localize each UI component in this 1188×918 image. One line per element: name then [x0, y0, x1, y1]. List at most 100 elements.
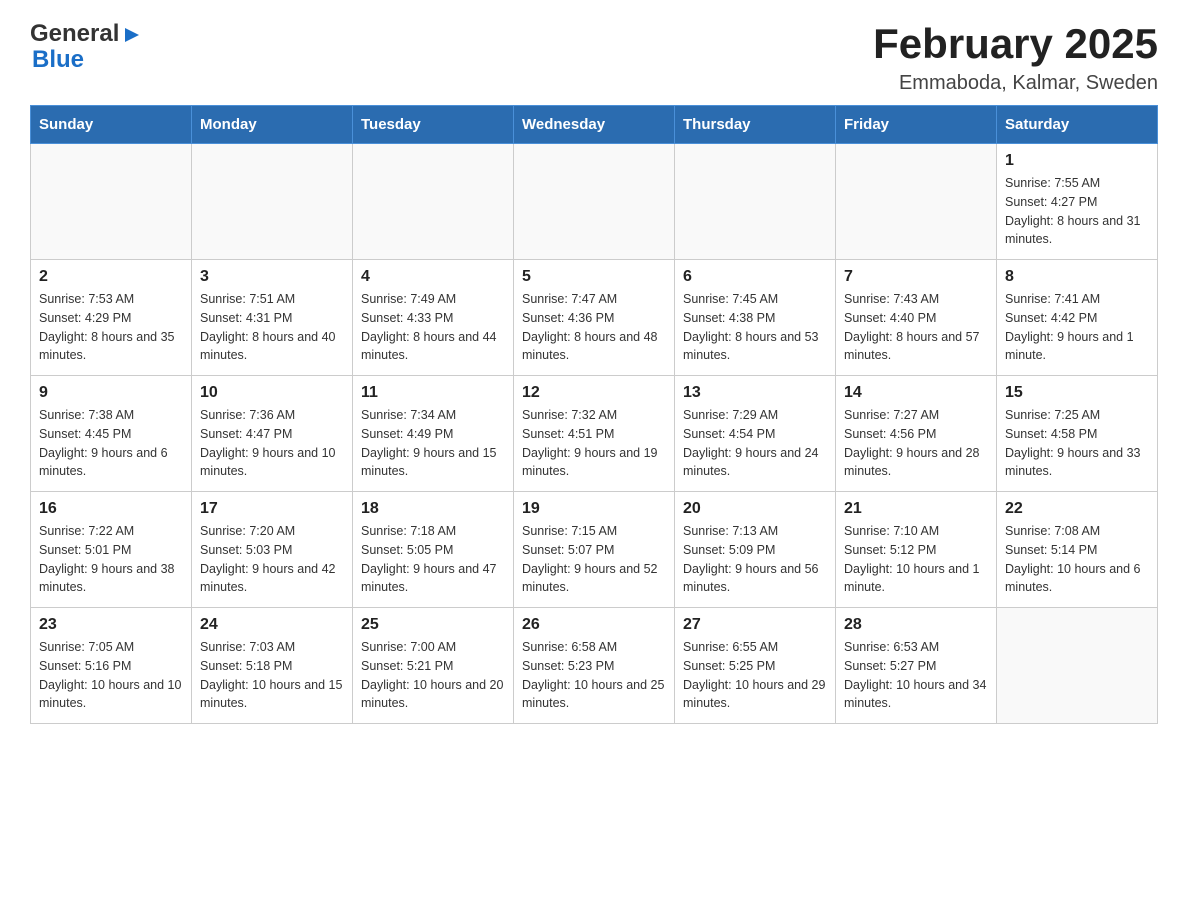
calendar-day: 17 Sunrise: 7:20 AMSunset: 5:03 PMDayligh…	[192, 492, 353, 608]
day-number: 4	[361, 268, 505, 286]
calendar-day: 23 Sunrise: 7:05 AMSunset: 5:16 PMDayligh…	[31, 608, 192, 724]
calendar-day: 16Sunrise: 7:22 AMSunset: 5:01 PMDayligh…	[31, 492, 192, 608]
day-number: 22	[1005, 500, 1149, 518]
calendar-day: 18 Sunrise: 7:18 AMSunset: 5:05 PMDayligh…	[353, 492, 514, 608]
day-number: 15	[1005, 384, 1149, 402]
day-number: 28	[844, 616, 988, 634]
day-info: Sunrise: 6:55 AMSunset: 5:25 PMDaylight:…	[683, 638, 827, 713]
calendar-day: 26 Sunrise: 6:58 AMSunset: 5:23 PMDayligh…	[514, 608, 675, 724]
day-info: Sunrise: 7:47 AMSunset: 4:36 PMDaylight:…	[522, 290, 666, 365]
calendar-day	[997, 608, 1158, 724]
calendar-day	[675, 144, 836, 260]
calendar-day	[836, 144, 997, 260]
logo-arrow-icon	[121, 24, 143, 46]
day-number: 5	[522, 268, 666, 286]
day-number: 20	[683, 500, 827, 518]
day-info: Sunrise: 7:08 AMSunset: 5:14 PMDaylight:…	[1005, 522, 1149, 597]
day-number: 27	[683, 616, 827, 634]
calendar-day: 10Sunrise: 7:36 AMSunset: 4:47 PMDayligh…	[192, 376, 353, 492]
day-number: 25	[361, 616, 505, 634]
title-block: February 2025 Emmaboda, Kalmar, Sweden	[873, 20, 1158, 95]
day-info: Sunrise: 7:29 AMSunset: 4:54 PMDaylight:…	[683, 406, 827, 481]
calendar-day: 4Sunrise: 7:49 AMSunset: 4:33 PMDaylight…	[353, 260, 514, 376]
day-header-thursday: Thursday	[675, 106, 836, 144]
calendar-day: 1Sunrise: 7:55 AMSunset: 4:27 PMDaylight…	[997, 144, 1158, 260]
calendar-day	[192, 144, 353, 260]
day-info: Sunrise: 7:18 AMSunset: 5:05 PMDaylight:…	[361, 522, 505, 597]
day-number: 24	[200, 616, 344, 634]
calendar-day: 21Sunrise: 7:10 AMSunset: 5:12 PMDayligh…	[836, 492, 997, 608]
day-info: Sunrise: 7:55 AMSunset: 4:27 PMDaylight:…	[1005, 174, 1149, 249]
week-row-4: 16Sunrise: 7:22 AMSunset: 5:01 PMDayligh…	[31, 492, 1158, 608]
day-number: 19	[522, 500, 666, 518]
calendar-day: 14Sunrise: 7:27 AMSunset: 4:56 PMDayligh…	[836, 376, 997, 492]
calendar-day: 28 Sunrise: 6:53 AMSunset: 5:27 PMDayligh…	[836, 608, 997, 724]
calendar-day: 8Sunrise: 7:41 AMSunset: 4:42 PMDaylight…	[997, 260, 1158, 376]
day-info: Sunrise: 7:25 AMSunset: 4:58 PMDaylight:…	[1005, 406, 1149, 481]
calendar-day: 6 Sunrise: 7:45 AMSunset: 4:38 PMDaylight…	[675, 260, 836, 376]
calendar-day: 12Sunrise: 7:32 AMSunset: 4:51 PMDayligh…	[514, 376, 675, 492]
day-info: Sunrise: 7:15 AMSunset: 5:07 PMDaylight:…	[522, 522, 666, 597]
calendar-day: 15 Sunrise: 7:25 AMSunset: 4:58 PMDayligh…	[997, 376, 1158, 492]
calendar-day: 24Sunrise: 7:03 AMSunset: 5:18 PMDayligh…	[192, 608, 353, 724]
week-row-5: 23 Sunrise: 7:05 AMSunset: 5:16 PMDayligh…	[31, 608, 1158, 724]
day-number: 9	[39, 384, 183, 402]
calendar-day: 22 Sunrise: 7:08 AMSunset: 5:14 PMDayligh…	[997, 492, 1158, 608]
day-number: 7	[844, 268, 988, 286]
calendar-day	[514, 144, 675, 260]
day-info: Sunrise: 7:38 AMSunset: 4:45 PMDaylight:…	[39, 406, 183, 481]
calendar-day: 25Sunrise: 7:00 AMSunset: 5:21 PMDayligh…	[353, 608, 514, 724]
page-header: General Blue February 2025 Emmaboda, Kal…	[30, 20, 1158, 95]
logo-blue-text: Blue	[32, 46, 84, 74]
day-number: 26	[522, 616, 666, 634]
day-info: Sunrise: 7:13 AMSunset: 5:09 PMDaylight:…	[683, 522, 827, 597]
week-row-2: 2 Sunrise: 7:53 AMSunset: 4:29 PMDaylight…	[31, 260, 1158, 376]
calendar-day: 20 Sunrise: 7:13 AMSunset: 5:09 PMDayligh…	[675, 492, 836, 608]
day-number: 11	[361, 384, 505, 402]
calendar-day: 19 Sunrise: 7:15 AMSunset: 5:07 PMDayligh…	[514, 492, 675, 608]
day-number: 13	[683, 384, 827, 402]
day-info: Sunrise: 7:10 AMSunset: 5:12 PMDaylight:…	[844, 522, 988, 597]
day-info: Sunrise: 7:05 AMSunset: 5:16 PMDaylight:…	[39, 638, 183, 713]
day-info: Sunrise: 6:58 AMSunset: 5:23 PMDaylight:…	[522, 638, 666, 713]
month-year-title: February 2025	[873, 20, 1158, 68]
calendar-header: SundayMondayTuesdayWednesdayThursdayFrid…	[31, 106, 1158, 144]
day-number: 2	[39, 268, 183, 286]
calendar-day: 3 Sunrise: 7:51 AMSunset: 4:31 PMDaylight…	[192, 260, 353, 376]
day-header-wednesday: Wednesday	[514, 106, 675, 144]
day-number: 17	[200, 500, 344, 518]
day-info: Sunrise: 7:45 AMSunset: 4:38 PMDaylight:…	[683, 290, 827, 365]
calendar-table: SundayMondayTuesdayWednesdayThursdayFrid…	[30, 105, 1158, 724]
day-info: Sunrise: 7:51 AMSunset: 4:31 PMDaylight:…	[200, 290, 344, 365]
days-of-week-row: SundayMondayTuesdayWednesdayThursdayFrid…	[31, 106, 1158, 144]
week-row-1: 1Sunrise: 7:55 AMSunset: 4:27 PMDaylight…	[31, 144, 1158, 260]
calendar-day: 2 Sunrise: 7:53 AMSunset: 4:29 PMDaylight…	[31, 260, 192, 376]
logo: General Blue	[30, 20, 143, 74]
day-number: 8	[1005, 268, 1149, 286]
logo-general-text: General	[30, 20, 119, 48]
calendar-day: 13 Sunrise: 7:29 AMSunset: 4:54 PMDayligh…	[675, 376, 836, 492]
day-number: 12	[522, 384, 666, 402]
day-header-saturday: Saturday	[997, 106, 1158, 144]
calendar-day: 7 Sunrise: 7:43 AMSunset: 4:40 PMDaylight…	[836, 260, 997, 376]
day-info: Sunrise: 6:53 AMSunset: 5:27 PMDaylight:…	[844, 638, 988, 713]
day-info: Sunrise: 7:34 AMSunset: 4:49 PMDaylight:…	[361, 406, 505, 481]
day-number: 18	[361, 500, 505, 518]
day-info: Sunrise: 7:43 AMSunset: 4:40 PMDaylight:…	[844, 290, 988, 365]
calendar-day	[31, 144, 192, 260]
day-info: Sunrise: 7:36 AMSunset: 4:47 PMDaylight:…	[200, 406, 344, 481]
day-number: 16	[39, 500, 183, 518]
day-info: Sunrise: 7:20 AMSunset: 5:03 PMDaylight:…	[200, 522, 344, 597]
day-number: 3	[200, 268, 344, 286]
day-number: 6	[683, 268, 827, 286]
day-header-monday: Monday	[192, 106, 353, 144]
day-header-tuesday: Tuesday	[353, 106, 514, 144]
day-info: Sunrise: 7:53 AMSunset: 4:29 PMDaylight:…	[39, 290, 183, 365]
day-info: Sunrise: 7:27 AMSunset: 4:56 PMDaylight:…	[844, 406, 988, 481]
calendar-day: 11 Sunrise: 7:34 AMSunset: 4:49 PMDayligh…	[353, 376, 514, 492]
calendar-day	[353, 144, 514, 260]
week-row-3: 9 Sunrise: 7:38 AMSunset: 4:45 PMDaylight…	[31, 376, 1158, 492]
location-subtitle: Emmaboda, Kalmar, Sweden	[873, 72, 1158, 95]
day-number: 23	[39, 616, 183, 634]
calendar-day: 5 Sunrise: 7:47 AMSunset: 4:36 PMDaylight…	[514, 260, 675, 376]
